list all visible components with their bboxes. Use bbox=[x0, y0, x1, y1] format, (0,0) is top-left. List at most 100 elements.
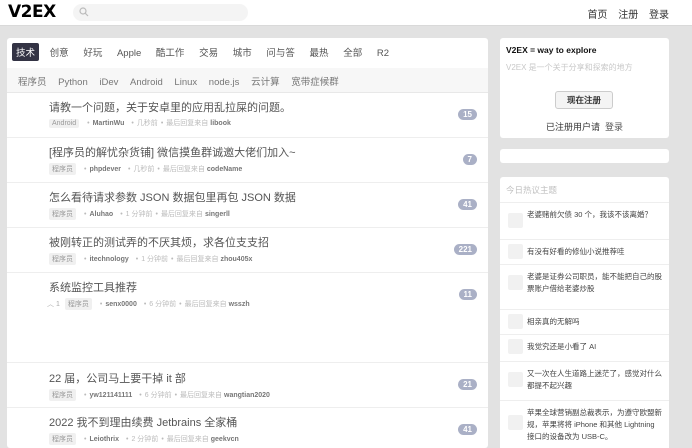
topic-title[interactable]: 请教一个问题，关于安卓里的应用乱拉屎的问题。 bbox=[49, 99, 291, 115]
vote-count[interactable]: ︿ 1 bbox=[47, 299, 60, 309]
last-reply-user[interactable]: geekvcn bbox=[211, 436, 239, 443]
hot-topics-box: 今日热议主题 老婆赌前欠债 30 个，我该不该离婚？ 有没有好看的修仙小说推荐哇… bbox=[500, 177, 669, 448]
topic-row: 2022 我不到理由续费 Jetbrains 全家桶 程序员 • Leiothrix… bbox=[7, 408, 488, 448]
topic-time: 6 分钟前 bbox=[144, 392, 172, 399]
topic-time: 几秒前 bbox=[133, 166, 155, 173]
search-input[interactable] bbox=[73, 4, 248, 21]
node-tag[interactable]: 程序员 bbox=[49, 208, 76, 220]
node-tag[interactable]: 程序员 bbox=[49, 433, 76, 445]
reply-count-badge[interactable]: 21 bbox=[458, 379, 477, 390]
reply-count-badge[interactable]: 11 bbox=[458, 289, 477, 300]
site-slogan: V2EX = way to explore bbox=[506, 45, 597, 55]
last-reply-label: 最后回复来自 bbox=[176, 256, 219, 263]
last-reply-label: 最后回复来自 bbox=[166, 436, 209, 443]
subtab-android[interactable]: Android bbox=[130, 77, 163, 88]
tab-tech[interactable]: 技术 bbox=[12, 43, 40, 61]
avatar[interactable] bbox=[508, 213, 523, 228]
node-tag[interactable]: 程序员 bbox=[49, 163, 76, 175]
hot-topic-item: 有没有好看的修仙小说推荐哇 bbox=[500, 239, 669, 264]
hot-topic-item: 苹果全球营销副总裁表示，为遵守欧盟新规，苹果将将 iPhone 和其他 Ligh… bbox=[500, 400, 669, 448]
subtab-broadband[interactable]: 宽带症候群 bbox=[291, 74, 339, 88]
topic-time: 1 分钟前 bbox=[141, 256, 169, 263]
topic-title[interactable]: 22 届，公司马上要干掉 it 部 bbox=[49, 370, 186, 386]
hot-topic-link[interactable]: 我觉究还是小看了 AI bbox=[527, 341, 662, 353]
reply-count-badge[interactable]: 41 bbox=[458, 424, 477, 435]
topic-title[interactable]: 怎么看待请求参数 JSON 数据包里再包 JSON 数据 bbox=[49, 189, 296, 205]
topic-author[interactable]: yw121141111 bbox=[89, 392, 132, 399]
topic-time: 2 分钟前 bbox=[131, 436, 159, 443]
avatar[interactable] bbox=[508, 339, 523, 354]
topic-title[interactable]: 2022 我不到理由续费 Jetbrains 全家桶 bbox=[49, 414, 237, 430]
avatar[interactable] bbox=[508, 415, 523, 430]
nav-register-link[interactable]: 注册 bbox=[618, 10, 638, 21]
tab-all[interactable]: 全部 bbox=[339, 43, 366, 61]
login-link[interactable]: 登录 bbox=[605, 122, 623, 132]
topic-title[interactable]: [程序员的解忧杂货铺] 微信摸鱼群诚邀大佬们加入~ bbox=[49, 144, 296, 160]
subtab-python[interactable]: Python bbox=[58, 77, 88, 88]
subtab-linux[interactable]: Linux bbox=[174, 77, 197, 88]
node-tag[interactable]: 程序员 bbox=[49, 389, 76, 401]
topic-row: 怎么看待请求参数 JSON 数据包里再包 JSON 数据 程序员 • Aluhao •… bbox=[7, 183, 488, 228]
topic-author[interactable]: Leiothrix bbox=[89, 436, 119, 443]
topic-author[interactable]: Aluhao bbox=[89, 211, 113, 218]
logo[interactable]: V2EX bbox=[8, 2, 56, 22]
topic-author[interactable]: senx0000 bbox=[105, 301, 137, 308]
topic-row: 22 届，公司马上要干掉 it 部 程序员 • yw121141111 • 6 分钟前 •… bbox=[7, 363, 488, 408]
last-reply-user[interactable]: libook bbox=[210, 120, 231, 127]
avatar[interactable] bbox=[508, 275, 523, 290]
category-tabs: 技术 创意 好玩 Apple 酷工作 交易 城市 问与答 最热 全部 R2 bbox=[12, 43, 397, 61]
last-reply-user[interactable]: singerll bbox=[205, 211, 230, 218]
node-tag[interactable]: 程序员 bbox=[64, 298, 92, 310]
node-tag[interactable]: 程序员 bbox=[49, 253, 76, 265]
tab-play[interactable]: 好玩 bbox=[79, 43, 106, 61]
avatar[interactable] bbox=[508, 314, 523, 329]
hot-topic-item: 老婆是证券公司职员，能不能把自己的股票账户借给老婆炒股 bbox=[500, 264, 669, 301]
subtab-cloud[interactable]: 云计算 bbox=[251, 74, 280, 88]
topic-title[interactable]: 被刚转正的测试弄的不厌其烦，求各位支支招 bbox=[49, 234, 269, 250]
register-button[interactable]: 现在注册 bbox=[555, 91, 613, 109]
reply-count-badge[interactable]: 41 bbox=[458, 199, 477, 210]
tab-qna[interactable]: 问与答 bbox=[262, 43, 299, 61]
tab-r2[interactable]: R2 bbox=[373, 46, 393, 61]
tab-creative[interactable]: 创意 bbox=[46, 43, 73, 61]
top-nav: 首页 注册 登录 bbox=[579, 6, 669, 21]
top-bar: V2EX 首页 注册 登录 bbox=[0, 0, 692, 26]
subtab-programmer[interactable]: 程序员 bbox=[18, 74, 47, 88]
hot-topic-item: 我觉究还是小看了 AI bbox=[500, 334, 669, 359]
hot-topic-link[interactable]: 老婆是证券公司职员，能不能把自己的股票账户借给老婆炒股 bbox=[527, 271, 662, 295]
tab-deals[interactable]: 交易 bbox=[195, 43, 222, 61]
topic-author[interactable]: phpdever bbox=[89, 166, 121, 173]
last-reply-user[interactable]: wangtian2020 bbox=[224, 392, 270, 399]
reply-count-badge[interactable]: 15 bbox=[458, 109, 477, 120]
hot-topic-link[interactable]: 苹果全球营销副总裁表示，为遵守欧盟新规，苹果将将 iPhone 和其他 Ligh… bbox=[527, 407, 662, 443]
topic-title[interactable]: 系统监控工具推荐 bbox=[49, 279, 137, 295]
tab-city[interactable]: 城市 bbox=[229, 43, 256, 61]
node-tag[interactable]: Android bbox=[49, 119, 80, 128]
nav-login-link[interactable]: 登录 bbox=[649, 10, 669, 21]
topic-row: 被刚转正的测试弄的不厌其烦，求各位支支招 程序员 • itechnology • 1 分… bbox=[7, 228, 488, 273]
hot-topic-link[interactable]: 又一次在人生道路上迷茫了，感觉对什么都提不起兴趣 bbox=[527, 368, 662, 392]
last-reply-label: 最后回复来自 bbox=[184, 301, 227, 308]
tab-apple[interactable]: Apple bbox=[113, 46, 145, 61]
reply-count-badge[interactable]: 221 bbox=[453, 244, 477, 255]
topic-list-box: 技术 创意 好玩 Apple 酷工作 交易 城市 问与答 最热 全部 R2 程序… bbox=[7, 38, 488, 448]
hot-topic-link[interactable]: 相亲真的无解吗 bbox=[527, 316, 662, 328]
topic-author[interactable]: itechnology bbox=[89, 256, 128, 263]
hot-topic-link[interactable]: 有没有好看的修仙小说推荐哇 bbox=[527, 246, 662, 258]
avatar[interactable] bbox=[508, 372, 523, 387]
subtab-idev[interactable]: iDev bbox=[99, 77, 118, 88]
search-icon bbox=[79, 7, 89, 17]
topic-meta: 程序员 • yw121141111 • 6 分钟前 • 最后回复来自 wangtian2020 bbox=[49, 389, 270, 401]
last-reply-user[interactable]: wsszh bbox=[229, 301, 250, 308]
registered-text: 已注册用户请 bbox=[546, 122, 601, 132]
nav-home-link[interactable]: 首页 bbox=[587, 10, 607, 21]
avatar[interactable] bbox=[508, 244, 523, 259]
tab-hot[interactable]: 最热 bbox=[306, 43, 333, 61]
hot-topic-link[interactable]: 老婆赌前欠债 30 个，我该不该离婚？ bbox=[527, 209, 662, 221]
subtab-nodejs[interactable]: node.js bbox=[209, 77, 240, 88]
last-reply-user[interactable]: zhou405x bbox=[220, 256, 252, 263]
tab-jobs[interactable]: 酷工作 bbox=[152, 43, 189, 61]
reply-count-badge[interactable]: 7 bbox=[462, 154, 477, 165]
last-reply-user[interactable]: codeName bbox=[207, 166, 242, 173]
topic-author[interactable]: MartinWu bbox=[93, 120, 125, 127]
